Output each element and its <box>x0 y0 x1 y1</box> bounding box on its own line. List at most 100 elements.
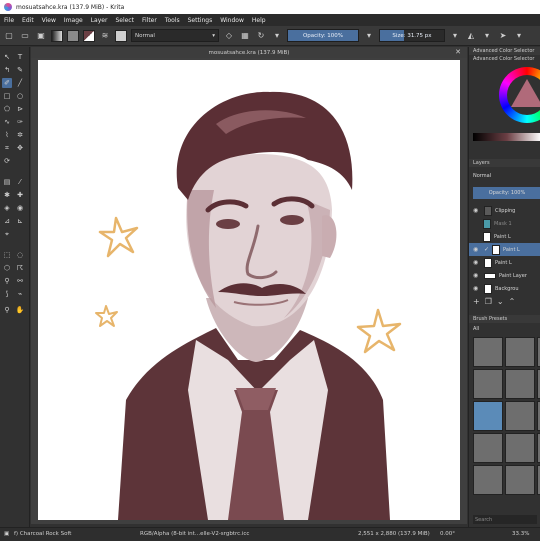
enclose-fill-icon[interactable]: ◉ <box>15 203 25 213</box>
brush-preset-tile[interactable] <box>473 433 503 463</box>
menu-filter[interactable]: Filter <box>142 17 157 24</box>
menu-edit[interactable]: Edit <box>22 17 34 24</box>
brush-preset-tile[interactable] <box>505 401 535 431</box>
workspace-menu-icon[interactable]: ▾ <box>513 30 525 42</box>
brush-preset-tile[interactable] <box>505 337 535 367</box>
freehand-brush-icon[interactable]: ✐ <box>2 78 12 88</box>
brush-preset-tile[interactable] <box>505 465 535 495</box>
status-rotation[interactable]: 0.00° <box>440 531 455 537</box>
menu-help[interactable]: Help <box>252 17 266 24</box>
pan-tool-icon[interactable]: ✋ <box>15 305 25 315</box>
move-layer-down-icon[interactable]: ⌄ <box>497 297 504 306</box>
add-layer-icon[interactable]: + <box>473 297 480 306</box>
measure-tool-icon[interactable]: ⊾ <box>15 216 25 226</box>
multibrush-icon[interactable]: ✲ <box>15 130 25 140</box>
color-gradient-bar[interactable] <box>473 133 540 141</box>
eye-icon[interactable]: ◉ <box>473 259 481 266</box>
polygon-tool-icon[interactable]: ⬠ <box>2 104 12 114</box>
ellipse-tool-icon[interactable]: ○ <box>15 91 25 101</box>
layers-blend-select[interactable]: Normal <box>473 171 537 181</box>
preserve-alpha-icon[interactable]: ▦ <box>239 30 251 42</box>
reference-tool-icon[interactable]: ⌖ <box>2 229 12 239</box>
eye-icon[interactable]: ◉ <box>473 246 481 253</box>
layer-row[interactable]: ◉ Clipping <box>469 204 540 217</box>
layer-row[interactable]: ◉ Backgrou <box>469 282 540 295</box>
save-document-icon[interactable]: ▣ <box>35 30 47 42</box>
move-tool-icon[interactable]: ✥ <box>15 143 25 153</box>
gradient-tool-icon[interactable]: ▤ <box>2 177 12 187</box>
freehand-select-icon[interactable]: ☈ <box>15 263 25 273</box>
workspace-chevron-icon[interactable]: ▾ <box>481 30 493 42</box>
line-tool-icon[interactable]: ╱ <box>15 78 25 88</box>
opacity-chevron-icon[interactable]: ▾ <box>363 30 375 42</box>
eraser-icon[interactable]: ◇ <box>223 30 235 42</box>
edit-shapes-icon[interactable]: ↰ <box>2 65 12 75</box>
calligraphy-icon[interactable]: ✎ <box>15 65 25 75</box>
colorize-mask-icon[interactable]: ✱ <box>2 190 12 200</box>
text-tool-icon[interactable]: T <box>15 52 25 62</box>
canvas-paper[interactable] <box>38 60 460 520</box>
assistant-tool-icon[interactable]: ⊿ <box>2 216 12 226</box>
layer-row-selected[interactable]: ◉ ✓ Paint L <box>469 243 540 256</box>
layer-row[interactable]: ◉ Paint Layer <box>469 269 540 282</box>
rectangle-tool-icon[interactable]: □ <box>2 91 12 101</box>
send-icon[interactable]: ➤ <box>497 30 509 42</box>
polyline-tool-icon[interactable]: ⊳ <box>15 104 25 114</box>
bezier-select-icon[interactable]: ⟆ <box>2 289 12 299</box>
size-slider[interactable]: Size: 31.75 px <box>379 29 445 42</box>
menu-settings[interactable]: Settings <box>188 17 213 24</box>
mirror-horizontal-icon[interactable]: ◭ <box>465 30 477 42</box>
brush-preset-swatch[interactable] <box>115 29 127 42</box>
menu-image[interactable]: Image <box>64 17 83 24</box>
contiguous-select-icon[interactable]: ⚲ <box>2 276 12 286</box>
brush-preset-tile-selected[interactable] <box>473 401 503 431</box>
menu-layer[interactable]: Layer <box>91 17 108 24</box>
magnetic-select-icon[interactable]: ⌁ <box>15 289 25 299</box>
brush-search-input[interactable]: Search <box>473 515 537 524</box>
menu-file[interactable]: File <box>4 17 14 24</box>
brush-preset-tile[interactable] <box>473 337 503 367</box>
document-tab[interactable]: mosuatsahce.kra (137.9 MiB) ✕ <box>31 47 467 58</box>
smart-patch-icon[interactable]: ✚ <box>15 190 25 200</box>
dynamic-brush-icon[interactable]: ⌇ <box>2 130 12 140</box>
mirror-icon[interactable]: ▾ <box>271 30 283 42</box>
bezier-tool-icon[interactable]: ∿ <box>2 117 12 127</box>
duplicate-layer-icon[interactable]: ❐ <box>485 297 492 306</box>
crop-tool-icon[interactable]: ⌗ <box>2 143 12 153</box>
zoom-tool-icon[interactable]: ⚲ <box>2 305 12 315</box>
brush-tag-select[interactable]: All <box>473 326 479 332</box>
menu-view[interactable]: View <box>42 17 56 24</box>
gradient-swatch[interactable] <box>51 29 63 42</box>
color-selector-tab[interactable]: Advanced Color Selector <box>469 55 540 63</box>
pattern-swatch[interactable] <box>67 29 79 42</box>
brush-preset-tile[interactable] <box>505 433 535 463</box>
layer-row[interactable]: Paint L <box>469 230 540 243</box>
menu-window[interactable]: Window <box>220 17 244 24</box>
polygon-select-icon[interactable]: ⬡ <box>2 263 12 273</box>
status-zoom[interactable]: 33.3% <box>512 531 529 537</box>
select-shapes-icon[interactable]: ↖ <box>2 52 12 62</box>
fill-tool-icon[interactable]: ◈ <box>2 203 12 213</box>
menu-select[interactable]: Select <box>115 17 134 24</box>
brush-preset-tile[interactable] <box>505 369 535 399</box>
color-triangle[interactable] <box>511 79 540 107</box>
transform-tool-icon[interactable]: ⟳ <box>2 156 12 166</box>
size-chevron-icon[interactable]: ▾ <box>449 30 461 42</box>
layer-row[interactable]: Mask 1 <box>469 217 540 230</box>
eye-icon[interactable]: ◉ <box>473 272 481 279</box>
rect-select-icon[interactable]: ⬚ <box>2 250 12 260</box>
status-brush[interactable]: f) Charcoal Rock Soft <box>14 531 71 537</box>
freehand-path-icon[interactable]: ✑ <box>15 117 25 127</box>
layer-row[interactable]: ◉ Paint L <box>469 256 540 269</box>
brush-editor-icon[interactable]: ≋ <box>99 30 111 42</box>
eye-icon[interactable]: ◉ <box>473 207 481 214</box>
move-layer-up-icon[interactable]: ⌃ <box>509 297 516 306</box>
color-picker-icon[interactable]: ⁄ <box>15 177 25 187</box>
opacity-slider[interactable]: Opacity: 100% <box>287 29 359 42</box>
reload-preset-icon[interactable]: ↻ <box>255 30 267 42</box>
menu-tools[interactable]: Tools <box>165 17 180 24</box>
open-document-icon[interactable]: ▭ <box>19 30 31 42</box>
brush-preset-tile[interactable] <box>473 465 503 495</box>
layers-opacity-slider[interactable]: Opacity: 100% <box>473 187 540 199</box>
similar-select-icon[interactable]: ⚯ <box>15 276 25 286</box>
